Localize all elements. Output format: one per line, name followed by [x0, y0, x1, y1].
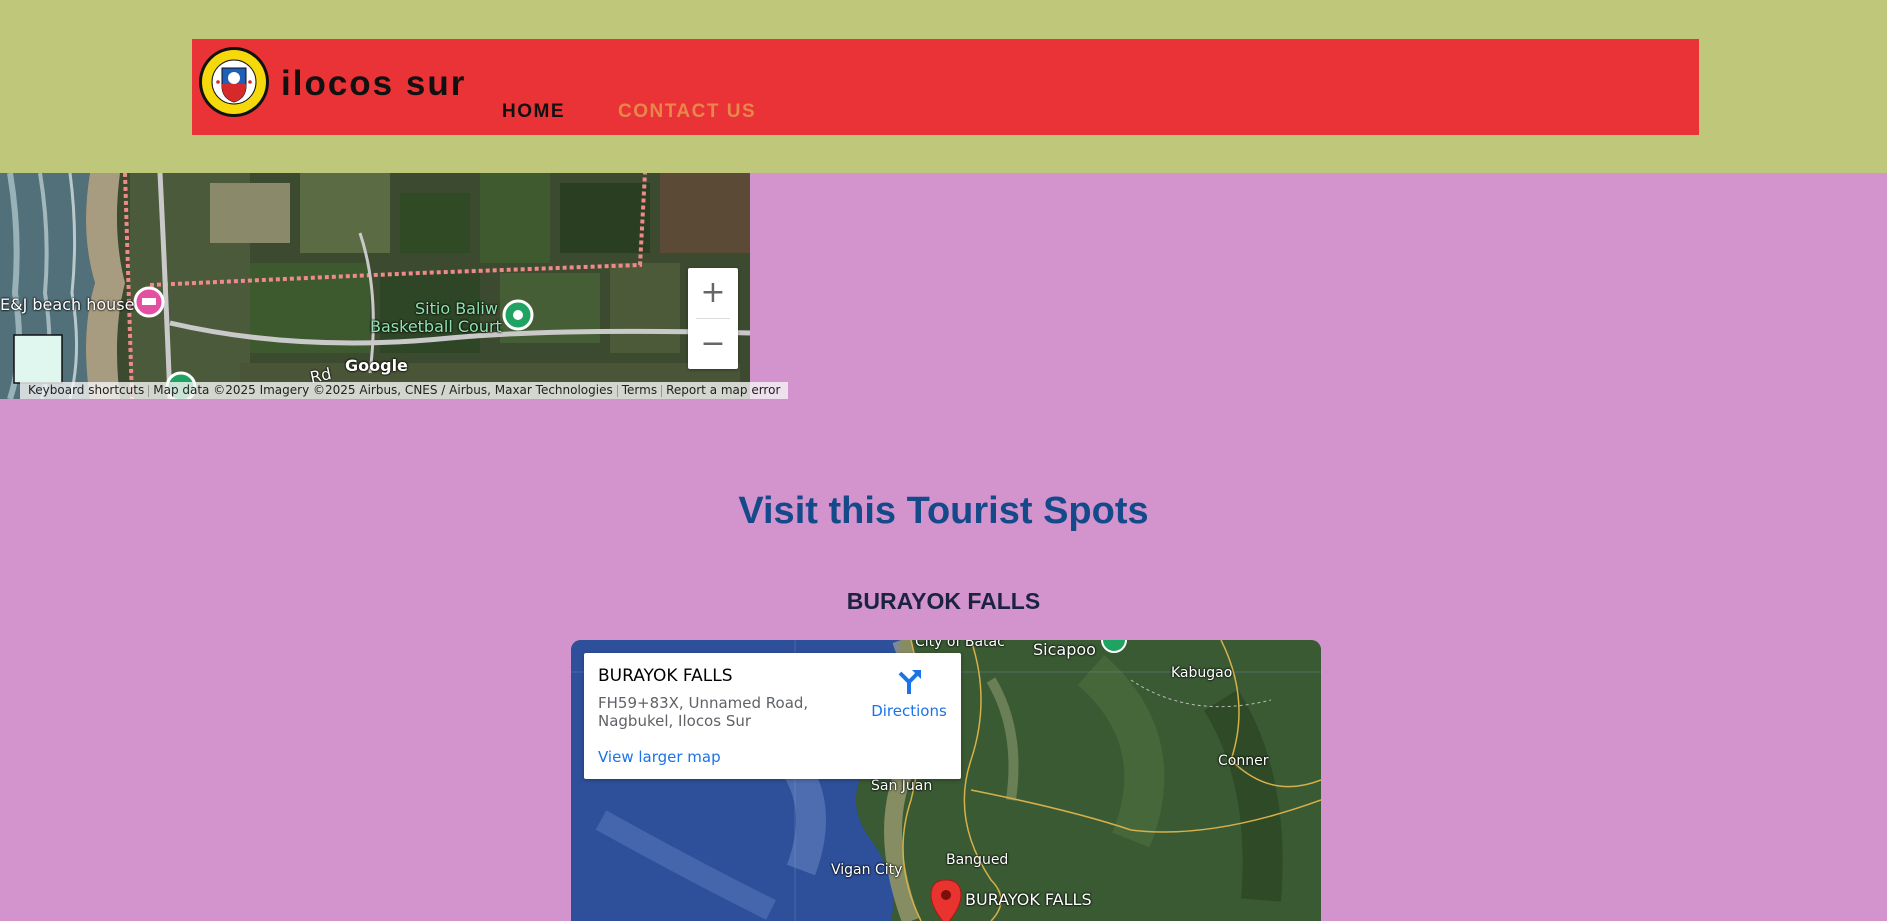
map-label-court-line2: Basketball Court — [370, 317, 502, 336]
google-logo: Google — [345, 356, 408, 375]
terms-link[interactable]: Terms — [618, 382, 661, 399]
site-title[interactable]: ilocos sur — [281, 64, 466, 104]
map-label-san-juan: San Juan — [871, 778, 933, 794]
map-label-kabugao: Kabugao — [1171, 665, 1233, 681]
zoom-in-button[interactable]: + — [688, 268, 738, 318]
hotel-pin-icon[interactable] — [133, 286, 165, 318]
map-label-conner: Conner — [1218, 753, 1269, 769]
spot-title: BURAYOK FALLS — [846, 588, 1041, 614]
map-label-marker: BURAYOK FALLS — [965, 890, 1092, 909]
place-name: BURAYOK FALLS — [598, 666, 733, 686]
map-label-court-line1: Sitio Baliw — [415, 299, 498, 318]
map-attribution: Keyboard shortcuts Map data ©2025 Imagery… — [20, 382, 789, 399]
court-pin-icon[interactable] — [502, 299, 534, 331]
map-label-batac: City of Batac — [915, 640, 1005, 650]
map-label-bangued: Bangued — [946, 852, 1009, 868]
province-seal-logo[interactable] — [198, 46, 270, 118]
view-larger-map-link[interactable]: View larger map — [598, 748, 721, 766]
place-info-card: BURAYOK FALLS FH59+83X, Unnamed Road, Na… — [584, 653, 961, 779]
directions-label: Directions — [871, 702, 947, 720]
section-title: Visit this Tourist Spots — [738, 490, 1149, 532]
map-label-sicapoo: Sicapoo — [1033, 640, 1096, 659]
report-error-link[interactable]: Report a map error — [662, 382, 784, 399]
zoom-out-button[interactable]: − — [688, 319, 738, 369]
place-address: FH59+83X, Unnamed Road, Nagbukel, Ilocos… — [598, 694, 809, 730]
nav-contact-link[interactable]: CONTACT US — [618, 101, 756, 123]
map-data-text: Map data ©2025 Imagery ©2025 Airbus, CNE… — [153, 383, 613, 397]
keyboard-shortcuts-link[interactable]: Keyboard shortcuts — [24, 382, 148, 399]
map-zoom-controls: + − — [688, 268, 738, 369]
map-label-beach-house: E&J beach house — [0, 295, 135, 314]
map-label-vigan: Vigan City — [831, 862, 903, 878]
directions-icon — [898, 670, 921, 694]
nav-home-link[interactable]: HOME — [502, 101, 565, 123]
top-satellite-map[interactable]: E&J beach house Sitio Baliw Basketball C… — [0, 173, 750, 399]
directions-button[interactable]: Directions — [864, 667, 954, 720]
